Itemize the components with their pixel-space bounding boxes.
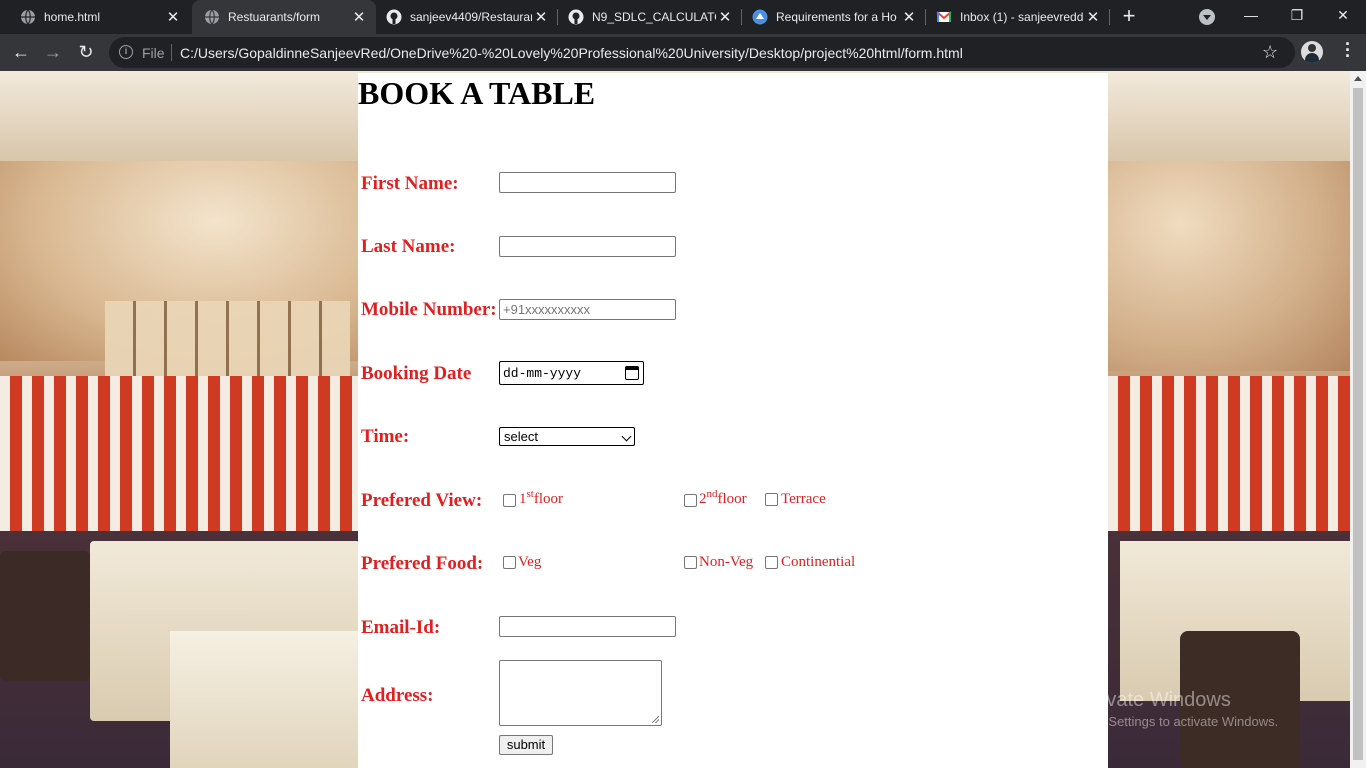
page-viewport: BOOK A TABLE First Name: Last Name: Mobi… (0, 71, 1350, 768)
view-first-floor-checkbox[interactable] (503, 494, 516, 507)
booking-form: BOOK A TABLE First Name: Last Name: Mobi… (358, 73, 1108, 768)
back-arrow-icon[interactable]: ← (8, 40, 34, 66)
activate-windows-watermark: Activate Windows Go to Settings to activ… (1073, 689, 1278, 729)
globe-icon (205, 9, 219, 25)
time-select[interactable]: select (499, 427, 635, 446)
watermark-subtitle: Go to Settings to activate Windows. (1073, 714, 1279, 729)
submit-button[interactable]: submit (499, 735, 553, 755)
tab-restaurants-form[interactable]: Restuarants/form ✕ (192, 0, 376, 34)
url-text[interactable]: C:/Users/GopaldinneSanjeevRed/OneDrive%2… (180, 45, 963, 61)
tab-search-icon[interactable] (1199, 9, 1215, 25)
food-continental-checkbox[interactable] (765, 556, 778, 569)
drive-icon (752, 9, 768, 25)
page-title: BOOK A TABLE (358, 75, 596, 111)
first-name-label: First Name: (361, 173, 459, 194)
scheme-label: File (142, 45, 165, 61)
email-input[interactable] (499, 616, 676, 637)
close-tab-icon[interactable]: ✕ (532, 8, 550, 26)
scrollbar-thumb[interactable] (1353, 88, 1363, 760)
tab-home[interactable]: home.html ✕ (0, 0, 190, 34)
address-label: Address: (361, 685, 434, 706)
info-icon[interactable]: i (119, 45, 133, 59)
close-tab-icon[interactable]: ✕ (716, 8, 734, 26)
last-name-label: Last Name: (361, 236, 456, 257)
tab-title: sanjeev4409/Restaurant (410, 10, 532, 24)
food-nonveg-label: Non-Veg (699, 554, 754, 570)
mobile-label: Mobile Number: (361, 299, 497, 320)
divider (171, 44, 172, 61)
time-label: Time: (361, 426, 410, 447)
view-label: Prefered View: (361, 490, 483, 511)
email-label: Email-Id: (361, 617, 441, 638)
mobile-input[interactable] (499, 299, 676, 320)
minimize-button[interactable]: — (1228, 0, 1274, 30)
github-icon (386, 9, 402, 25)
tab-github-sdlc[interactable]: N9_SDLC_CALCULATOR ✕ (558, 0, 742, 34)
tab-strip: home.html ✕ Restuarants/form ✕ sanjeev44… (0, 0, 1366, 34)
address-textarea[interactable] (499, 660, 662, 726)
tab-title: Restuarants/form (228, 10, 321, 24)
tab-title: Requirements for a Ho (776, 10, 897, 24)
calendar-icon[interactable] (625, 366, 639, 380)
food-label: Prefered Food: (361, 553, 484, 574)
globe-icon (21, 9, 35, 25)
view-terrace-checkbox[interactable] (765, 493, 778, 506)
food-nonveg-checkbox[interactable] (684, 556, 697, 569)
browser-toolbar: ← → ↻ i File C:/Users/GopaldinneSanjeevR… (0, 34, 1366, 71)
view-second-floor-label: 2ndfloor (699, 488, 747, 508)
new-tab-button[interactable]: + (1118, 5, 1140, 29)
date-placeholder: dd-mm-yyyy (503, 366, 582, 381)
bookmark-star-icon[interactable]: ☆ (1262, 42, 1278, 63)
tab-requirements[interactable]: Requirements for a Ho ✕ (742, 0, 926, 34)
view-first-floor-label: 1stfloor (519, 488, 564, 508)
view-terrace-label: Terrace (781, 491, 826, 507)
github-icon (568, 9, 584, 25)
reload-icon[interactable]: ↻ (73, 40, 99, 66)
restore-button[interactable]: ❐ (1274, 0, 1320, 30)
first-name-input[interactable] (499, 172, 676, 193)
tab-title: N9_SDLC_CALCULATOR (592, 10, 716, 24)
close-window-button[interactable]: ✕ (1320, 0, 1366, 30)
vertical-scrollbar[interactable] (1350, 71, 1366, 768)
kebab-menu-icon[interactable]: · · · (1343, 35, 1353, 65)
tab-title: home.html (44, 10, 101, 24)
close-tab-icon[interactable]: ✕ (350, 8, 368, 26)
scroll-up-arrow-icon[interactable] (1354, 76, 1362, 81)
profile-avatar[interactable] (1301, 41, 1323, 63)
forward-arrow-icon[interactable]: → (40, 40, 66, 66)
watermark-title: Activate Windows (1073, 689, 1231, 711)
close-tab-icon[interactable]: ✕ (900, 8, 918, 26)
tab-title: Inbox (1) - sanjeevredd (960, 10, 1084, 24)
address-bar[interactable]: i File C:/Users/GopaldinneSanjeevRed/One… (109, 37, 1295, 68)
close-tab-icon[interactable]: ✕ (164, 8, 182, 26)
food-veg-label: Veg (518, 554, 542, 570)
last-name-input[interactable] (499, 236, 676, 257)
booking-date-label: Booking Date (361, 363, 472, 384)
tab-github-restaurant[interactable]: sanjeev4409/Restaurant ✕ (376, 0, 558, 34)
chevron-down-icon (621, 431, 632, 442)
booking-date-input[interactable]: dd-mm-yyyy (499, 361, 644, 385)
food-continental-label: Continential (781, 554, 856, 570)
view-second-floor-checkbox[interactable] (684, 494, 697, 507)
tab-gmail-inbox[interactable]: Inbox (1) - sanjeevredd ✕ (926, 0, 1110, 34)
gmail-icon (936, 11, 952, 22)
food-veg-checkbox[interactable] (503, 556, 516, 569)
close-tab-icon[interactable]: ✕ (1084, 8, 1102, 26)
time-selected-value: select (504, 429, 538, 444)
